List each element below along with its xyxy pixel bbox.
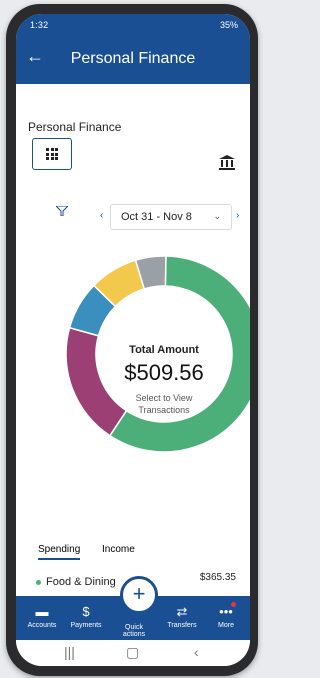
wallet-icon: ▬: [35, 604, 49, 619]
status-bar: 1:32 35%: [16, 14, 250, 36]
select-hint: Select to View Transactions: [135, 393, 193, 415]
app-screen: 1:32 35% ← Personal Finance Personal Fin…: [16, 14, 250, 666]
system-navigation-bar: ||| ▢ ‹: [16, 640, 250, 666]
nav-accounts[interactable]: ▬ Accounts: [22, 602, 62, 629]
section-heading: Personal Finance: [28, 120, 122, 134]
dollar-icon: $: [82, 604, 90, 619]
spending-income-tabs: Spending Income: [16, 540, 250, 560]
more-icon: •••: [219, 604, 233, 619]
category-amount: $365.35: [199, 572, 236, 583]
chevron-down-icon: ⌄: [213, 211, 221, 221]
previous-period-icon[interactable]: ‹: [100, 210, 103, 221]
date-range-select[interactable]: Oct 31 - Nov 8 ⌄: [110, 204, 232, 230]
category-name: Food & Dining: [46, 576, 116, 588]
page-title: Personal Finance: [70, 50, 196, 67]
tab-income[interactable]: Income: [102, 544, 135, 555]
notification-dot: [231, 602, 236, 607]
transfer-icon: ⇄: [176, 604, 188, 619]
nav-transfers[interactable]: ⇄ Transfers: [162, 602, 202, 629]
recent-apps-icon[interactable]: |||: [64, 644, 75, 660]
date-range-label: Oct 31 - Nov 8: [121, 211, 192, 223]
next-period-icon[interactable]: ›: [236, 210, 239, 221]
status-time: 1:32: [30, 20, 49, 30]
plus-icon: +: [132, 581, 146, 606]
bank-icon[interactable]: [218, 154, 236, 170]
phone-frame: 1:32 35% ← Personal Finance Personal Fin…: [6, 4, 258, 676]
back-icon[interactable]: ‹: [194, 644, 199, 660]
total-amount-value: $509.56: [124, 360, 204, 385]
grid-view-button[interactable]: [32, 138, 72, 170]
quick-actions-button[interactable]: +: [120, 576, 158, 614]
app-bar: ← Personal Finance: [16, 36, 250, 84]
home-icon[interactable]: ▢: [126, 644, 139, 661]
filter-icon[interactable]: [56, 206, 68, 216]
grid-icon: [46, 148, 58, 160]
nav-payments[interactable]: $ Payments: [66, 602, 106, 629]
category-color-dot: [36, 580, 41, 585]
nav-quick-actions[interactable]: Quick actions: [114, 624, 154, 638]
tab-spending[interactable]: Spending: [38, 544, 81, 560]
total-amount-label: Total Amount: [129, 344, 199, 356]
donut-center[interactable]: Total Amount $509.56 Select to View Tran…: [94, 344, 234, 416]
nav-more[interactable]: ••• More: [206, 602, 246, 629]
battery-percent: 35%: [219, 20, 238, 30]
